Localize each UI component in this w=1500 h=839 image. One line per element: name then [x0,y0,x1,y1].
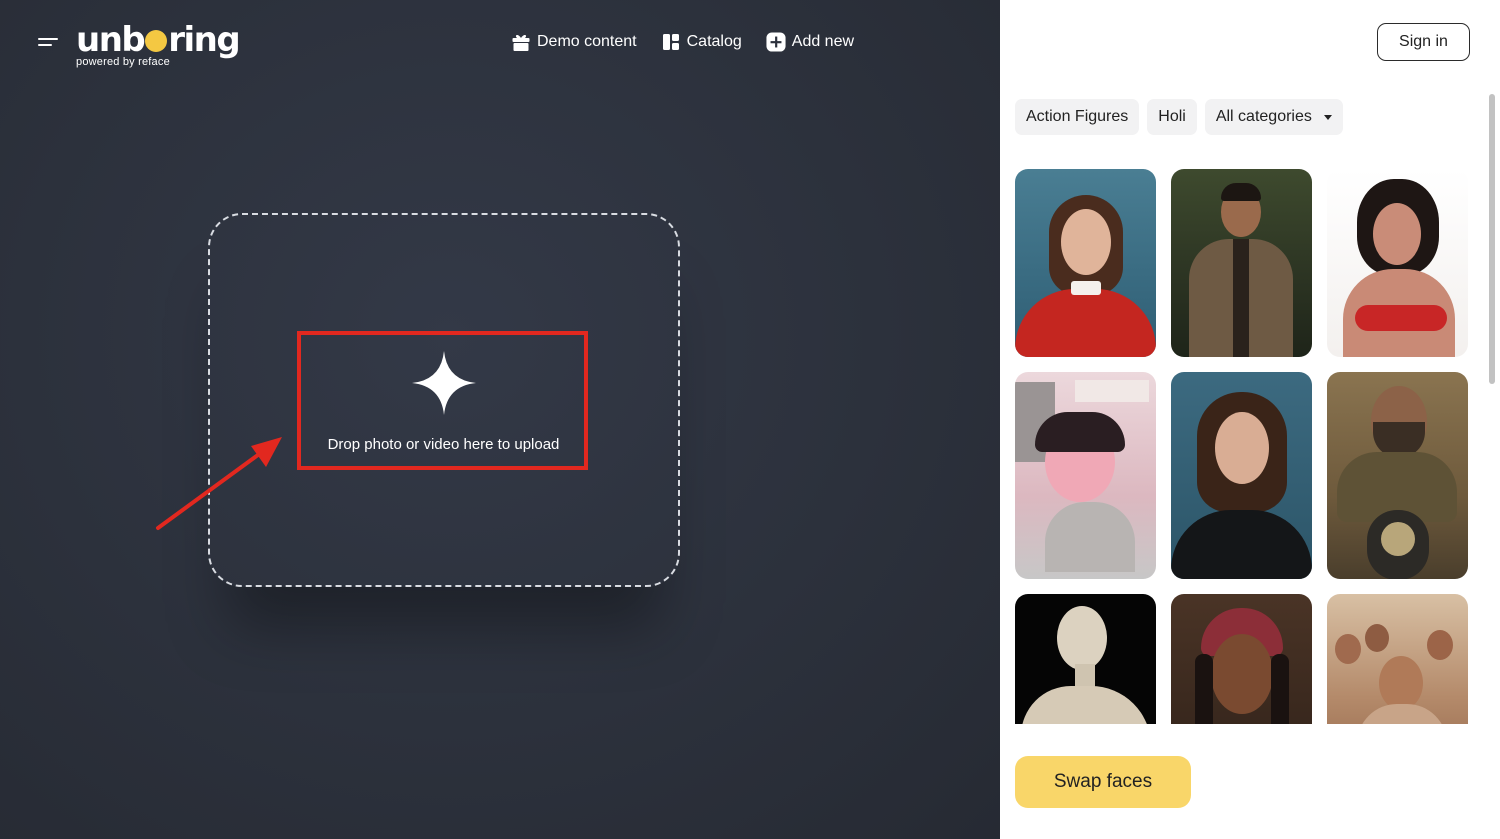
gift-icon [511,32,531,52]
chip-label: All categories [1215,108,1312,125]
gallery-item-marble-statue[interactable] [1015,594,1156,724]
swap-faces-button[interactable]: Swap faces [1015,756,1191,808]
chip-holi[interactable]: Holi [1147,99,1197,135]
catalog-icon [661,32,681,52]
gallery-item-man-motorcycle[interactable] [1327,372,1468,579]
chip-all-categories[interactable]: All categories [1204,99,1343,135]
nav-add-new-label: Add new [791,33,855,50]
gallery-item-vintage-pinup-poster[interactable] [1015,372,1156,579]
chevron-down-icon [1323,114,1332,120]
template-panel: Sign in Action Figures Holi All categori… [1000,0,1500,839]
upload-instruction: Drop photo or video here to upload [327,436,560,453]
chip-action-figures[interactable]: Action Figures [1015,99,1140,135]
gallery-item-woman-headscarf[interactable] [1171,594,1312,724]
nav-demo-content-label: Demo content [537,33,637,50]
gallery-item-man-embroidered-jacket[interactable] [1171,169,1312,357]
gallery-item-woman-leather-jacket[interactable] [1171,372,1312,579]
gallery-item-woman-red-bikini-painting[interactable] [1327,169,1468,357]
nav-add-new[interactable]: Add new [766,30,854,54]
template-gallery [1015,169,1471,724]
gallery-scrollbar[interactable] [1487,90,1497,724]
upload-panel: unb ring powered by reface Demo content C… [0,0,1000,839]
sparkle-plus-icon [412,351,476,415]
chip-label: Holi [1158,108,1186,125]
logo-dot [145,30,168,52]
gallery-item-holi-crowd[interactable] [1327,594,1468,724]
scrollbar-thumb[interactable] [1489,94,1495,384]
nav-catalog[interactable]: Catalog [661,30,742,54]
gallery-item-woman-red-sweater[interactable] [1015,169,1156,357]
top-nav: Demo content Catalog Add new [511,30,854,54]
logo[interactable]: unb ring powered by reface [76,20,241,68]
plus-square-icon [766,32,786,52]
menu-icon[interactable] [38,36,60,50]
chip-label: Action Figures [1026,108,1129,125]
logo-wordmark: unb ring [76,20,241,60]
sign-in-button[interactable]: Sign in [1377,23,1470,61]
category-chips: Action Figures Holi All categories [1015,99,1343,135]
nav-catalog-label: Catalog [686,33,742,50]
nav-demo-content[interactable]: Demo content [511,30,637,54]
